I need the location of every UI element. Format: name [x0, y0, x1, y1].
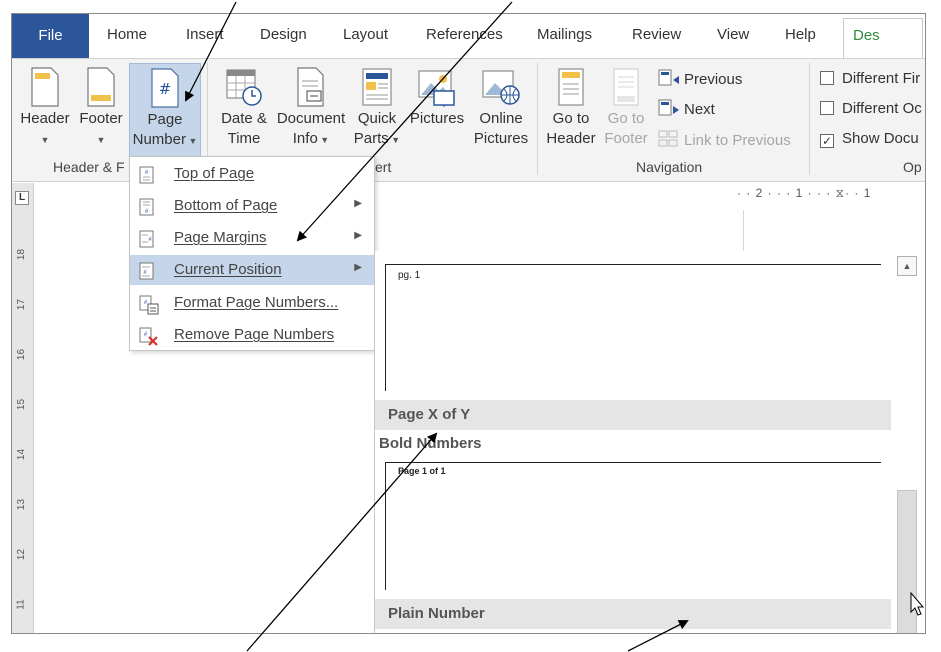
ruler-mark: 12 — [16, 548, 28, 561]
go-to-footer-button[interactable]: Go to Footer — [601, 67, 651, 149]
footer-icon — [87, 67, 115, 107]
tab-review[interactable]: Review — [632, 26, 681, 43]
word-window: File Home Insert Design Layout Reference… — [11, 13, 926, 634]
scrollbar-thumb[interactable] — [897, 490, 917, 633]
date-time-button[interactable]: Date & Time — [215, 67, 273, 149]
ruler-mark: 14 — [16, 448, 28, 461]
menu-item-format-page-numbers[interactable]: # Format Page Numbers... — [130, 288, 374, 318]
menu-item-remove-page-numbers[interactable]: # Remove Page Numbers — [130, 320, 374, 350]
horizontal-ruler: · · 2 · · · 1 · · · ⧖· · 1 — [737, 186, 872, 200]
pictures-icon — [418, 70, 455, 107]
tab-mailings[interactable]: Mailings — [537, 26, 592, 43]
dropdown-arrow-icon: ▼ — [388, 135, 401, 145]
page-number-button[interactable]: # Page Number ▼ — [129, 63, 201, 157]
go-to-header-button[interactable]: Go to Header — [543, 67, 599, 149]
different-odd-even-checkbox[interactable]: Different Oc — [820, 100, 922, 117]
tab-insert[interactable]: Insert — [186, 26, 224, 43]
previous-icon — [658, 69, 679, 86]
indent-marker-icon[interactable]: ⧖ — [836, 186, 845, 200]
menu-item-bottom-of-page[interactable]: # Bottom of Page ▶ — [130, 191, 374, 221]
thumbnail-text: Page 1 of 1 — [398, 466, 446, 476]
ruler-mark: 15 — [16, 398, 28, 411]
svg-text:#: # — [159, 80, 172, 98]
page-number-menu: # Top of Page # Bottom of Page ▶ # Page M… — [129, 156, 375, 351]
tab-stop-selector[interactable]: L — [15, 191, 29, 205]
link-to-previous-button[interactable]: Link to Previous — [658, 130, 791, 149]
gallery-thumbnail-simple[interactable]: pg. 1 — [385, 264, 881, 391]
dropdown-arrow-icon: ▼ — [185, 136, 198, 146]
dropdown-arrow-icon: ▼ — [317, 135, 330, 145]
gallery-heading-page-x-of-y: Page X of Y — [375, 400, 891, 430]
gallery-thumbnail-bold-numbers[interactable]: Page 1 of 1 — [385, 462, 881, 590]
checkmark-icon: ✓ — [820, 134, 834, 148]
format-page-numbers-icon: # — [139, 295, 159, 315]
group-label-insert: ert — [375, 159, 392, 175]
go-to-header-icon — [558, 68, 584, 106]
group-label-header-footer: Header & F — [53, 159, 125, 175]
gallery-scrollbar[interactable]: ▲ — [891, 251, 925, 633]
ruler-mark: 17 — [16, 298, 28, 311]
calendar-clock-icon — [226, 69, 262, 106]
tab-file[interactable]: File — [12, 14, 89, 58]
header-icon — [31, 67, 59, 107]
dropdown-arrow-icon: ▼ — [96, 135, 106, 145]
document-info-button[interactable]: Document Info ▼ — [273, 67, 349, 150]
tab-help[interactable]: Help — [785, 26, 816, 43]
page-number-icon: # — [151, 68, 179, 108]
thumbnail-text: pg. 1 — [398, 270, 421, 281]
current-position-icon: # — [139, 262, 154, 280]
submenu-arrow-icon: ▶ — [354, 230, 362, 241]
show-document-text-checkbox[interactable]: ✓ Show Docu — [820, 130, 919, 148]
ribbon-tab-bar: File Home Insert Design Layout Reference… — [12, 14, 925, 58]
submenu-arrow-icon: ▶ — [354, 262, 362, 273]
menu-item-top-of-page[interactable]: # Top of Page — [130, 159, 374, 189]
footer-button[interactable]: Footer ▼ — [74, 67, 128, 150]
dropdown-arrow-icon: ▼ — [40, 135, 50, 145]
go-to-footer-icon — [613, 68, 639, 106]
quick-parts-icon — [362, 68, 392, 106]
different-first-page-checkbox[interactable]: Different Fir — [820, 70, 920, 87]
ruler-mark: 11 — [15, 599, 27, 610]
ruler-mark: 18 — [16, 248, 28, 261]
remove-page-numbers-icon: # — [139, 327, 158, 346]
document-info-icon — [297, 67, 324, 107]
tab-home[interactable]: Home — [107, 26, 147, 43]
tab-view[interactable]: View — [717, 26, 749, 43]
quick-parts-button[interactable]: Quick Parts ▼ — [352, 67, 402, 150]
next-icon — [658, 99, 679, 116]
group-label-options: Op — [903, 159, 922, 175]
scroll-up-icon[interactable]: ▲ — [897, 256, 917, 276]
next-button[interactable]: Next — [658, 99, 715, 118]
online-pictures-icon — [482, 70, 520, 105]
gallery-content: pg. 1 Page X of Y Bold Numbers Page 1 of… — [375, 251, 891, 633]
header-button[interactable]: Header ▼ — [18, 67, 72, 150]
vertical-ruler: L 18 17 16 15 14 13 12 11 — [12, 183, 34, 633]
online-pictures-button[interactable]: Online Pictures — [471, 67, 531, 149]
previous-button[interactable]: Previous — [658, 69, 742, 88]
menu-item-current-position[interactable]: # Current Position ▶ — [130, 255, 374, 285]
group-label-navigation: Navigation — [636, 159, 703, 175]
tab-references[interactable]: References — [426, 26, 503, 43]
tab-layout[interactable]: Layout — [343, 26, 388, 43]
gallery-subheading-bold-numbers: Bold Numbers — [379, 435, 482, 452]
ruler-mark: 16 — [16, 348, 28, 361]
submenu-arrow-icon: ▶ — [354, 198, 362, 209]
page-margins-icon: # — [139, 230, 154, 248]
pictures-button[interactable]: Pictures — [405, 67, 469, 129]
page-bottom-icon: # — [139, 198, 154, 216]
link-icon — [658, 130, 678, 147]
page-top-icon: # — [139, 166, 154, 184]
tab-header-footer-design[interactable]: Des — [843, 18, 923, 58]
tab-design[interactable]: Design — [260, 26, 307, 43]
gallery-heading-plain-number: Plain Number — [375, 599, 891, 629]
checkbox-unchecked — [820, 71, 834, 85]
current-position-gallery: pg. 1 Page X of Y Bold Numbers Page 1 of… — [374, 251, 925, 633]
checkbox-unchecked — [820, 101, 834, 115]
menu-item-page-margins[interactable]: # Page Margins ▶ — [130, 223, 374, 253]
ruler-mark: 13 — [16, 498, 28, 511]
